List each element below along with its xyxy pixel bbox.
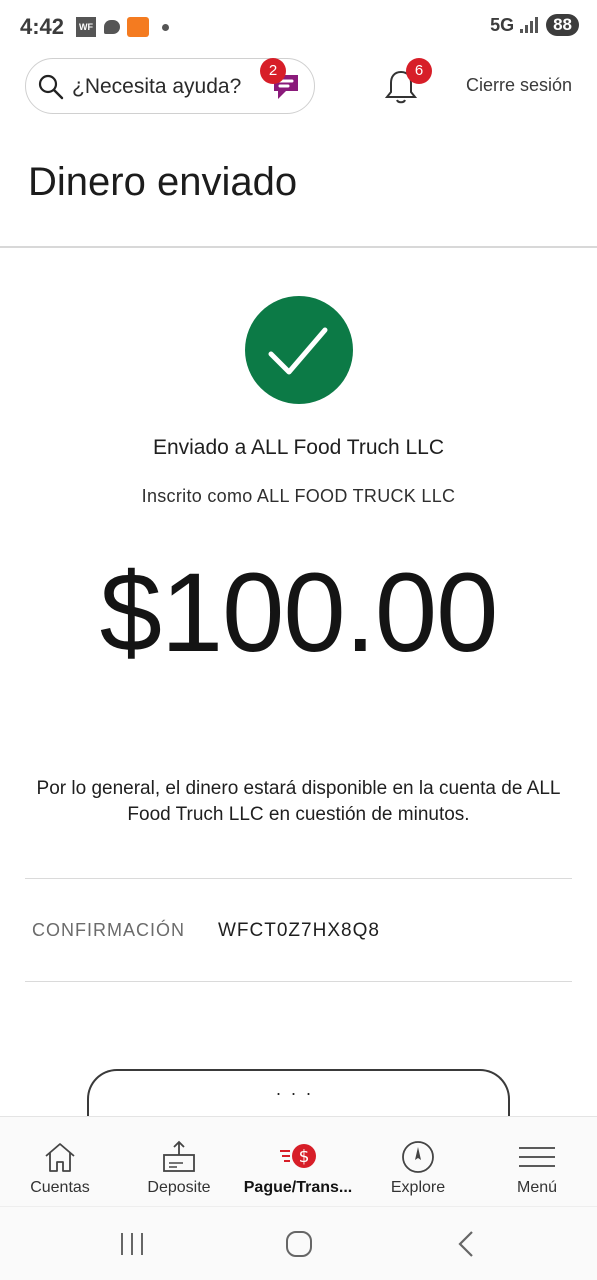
battery-indicator: 88 [546, 14, 579, 36]
help-search-label: ¿Necesita ayuda? [72, 75, 242, 98]
more-options-dots: ... [275, 1079, 321, 1099]
logout-link[interactable]: Cierre sesión [466, 75, 572, 96]
more-notifications-dot-icon [162, 24, 169, 31]
search-icon [38, 74, 64, 100]
temu-notification-icon [127, 17, 149, 37]
notifications-badge: 6 [406, 58, 432, 84]
tab-menu-label: Menú [516, 1179, 558, 1196]
status-time: 4:42 [20, 14, 65, 39]
tab-menu[interactable]: Menú [477, 1117, 597, 1207]
recipient-text: Enviado a ALL Food Truch LLC [152, 436, 445, 459]
svg-text:$: $ [299, 1147, 310, 1167]
pay-transfer-icon: $ [280, 1144, 316, 1168]
success-check-icon [245, 296, 353, 404]
home-nav-icon[interactable] [279, 1227, 319, 1261]
amount-sent: $100.00 [99, 550, 499, 675]
confirmation-code: WFCT0Z7HX8Q8 [218, 920, 380, 941]
system-navigation-bar [0, 1206, 597, 1280]
tab-deposit-label: Deposite [147, 1179, 211, 1196]
deposit-icon [163, 1140, 195, 1172]
app-header: ¿Necesita ayuda? 2 6 Cierre sesión [0, 56, 597, 116]
chat-notification-icon [104, 20, 120, 34]
divider [25, 878, 572, 879]
signal-icon [520, 17, 540, 33]
home-icon [45, 1143, 75, 1172]
tab-accounts-label: Cuentas [30, 1179, 90, 1196]
assistant-badge: 2 [260, 58, 286, 84]
tab-deposit[interactable]: Deposite [119, 1117, 239, 1207]
tab-explore[interactable]: Explore [358, 1117, 478, 1207]
enrolled-name-text: Inscrito como ALL FOOD TRUCK LLC [141, 486, 456, 506]
page-title: Dinero enviado [28, 160, 298, 204]
wf-app-icon: WF [76, 17, 96, 37]
status-right: 5G 88 [490, 14, 579, 36]
bottom-tab-bar: Cuentas Deposite $ Pague/Trans... Explor… [0, 1116, 597, 1206]
divider [25, 981, 572, 982]
status-bar: 4:42 WF 5G 88 [0, 0, 597, 52]
confirmation-label: CONFIRMACIÓN [32, 920, 185, 940]
recent-apps-icon[interactable] [112, 1227, 152, 1261]
tab-pay-transfer-label: Pague/Trans... [243, 1179, 353, 1196]
network-type: 5G [490, 14, 515, 35]
compass-icon [402, 1141, 434, 1173]
menu-icon [519, 1147, 555, 1167]
availability-note: Por lo general, el dinero estará disponi… [36, 778, 561, 825]
tab-pay-transfer[interactable]: $ Pague/Trans... [238, 1117, 358, 1207]
tab-explore-label: Explore [390, 1179, 446, 1196]
back-nav-icon[interactable] [446, 1227, 486, 1261]
tab-accounts[interactable]: Cuentas [0, 1117, 120, 1207]
